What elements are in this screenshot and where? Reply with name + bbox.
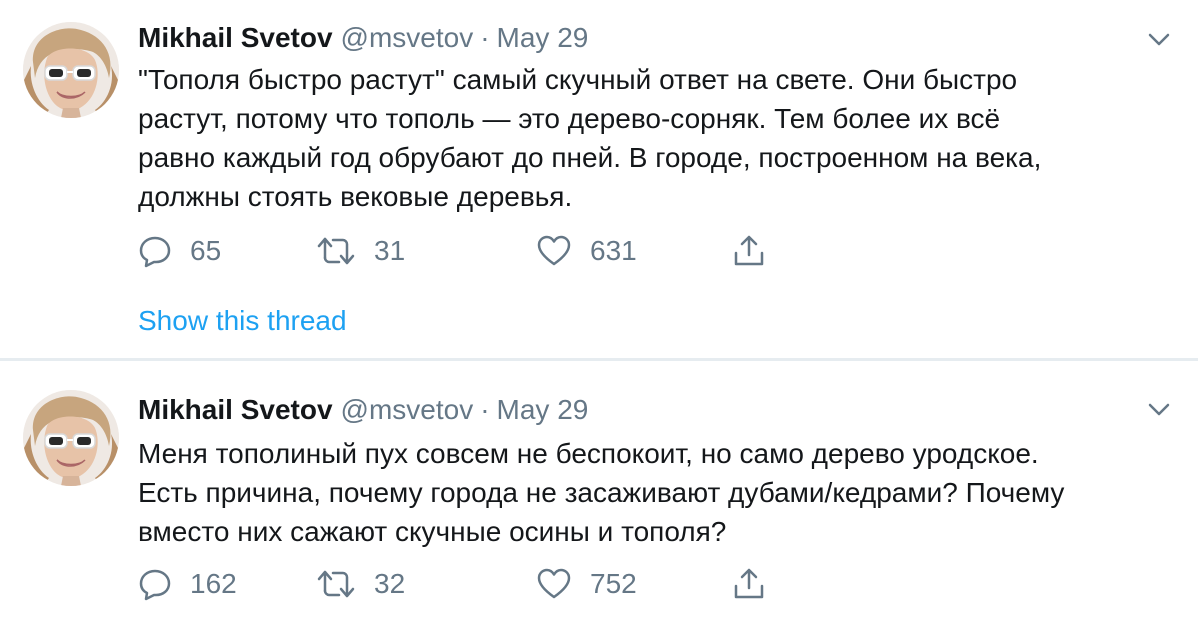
- tweet-actions: 65 31 631: [138, 231, 838, 271]
- tweet-text-line: вместо них сажают скучные осины и тополя…: [138, 516, 727, 547]
- reply-count: 162: [190, 568, 237, 599]
- reply-icon: [138, 234, 172, 268]
- reply-button[interactable]: 65: [138, 231, 221, 271]
- share-button[interactable]: [732, 231, 766, 271]
- retweet-button[interactable]: 31: [316, 231, 405, 271]
- tweet[interactable]: Mikhail Svetov @msvetov · May 29 "Тополя бы…: [0, 0, 1198, 358]
- tweet-text-line: равно каждый год обрубают до пней. В гор…: [138, 142, 1042, 173]
- reply-count: 65: [190, 235, 222, 266]
- retweet-count: 31: [374, 235, 406, 266]
- avatar[interactable]: [23, 22, 119, 118]
- avatar[interactable]: [23, 390, 119, 486]
- chevron-down-icon[interactable]: [1146, 396, 1172, 422]
- reply-button[interactable]: 162: [138, 564, 237, 604]
- tweet-text: "Тополя быстро растут" самый скучный отв…: [138, 60, 1178, 216]
- share-button[interactable]: [732, 564, 766, 604]
- like-icon: [536, 567, 572, 601]
- author-handle[interactable]: @msvetov: [341, 22, 474, 53]
- tweet-text-line: "Тополя быстро растут" самый скучный отв…: [138, 64, 1018, 95]
- tweet-header: Mikhail Svetov @msvetov · May 29: [138, 18, 588, 58]
- author-handle[interactable]: @msvetov: [341, 394, 474, 425]
- author-name[interactable]: Mikhail Svetov: [138, 22, 333, 53]
- retweet-count: 32: [374, 568, 406, 599]
- tweet-text: Меня тополиный пух совсем не беспокоит, …: [138, 434, 1178, 551]
- like-count: 752: [590, 568, 637, 599]
- share-icon: [732, 233, 766, 269]
- tweet-date[interactable]: May 29: [497, 22, 589, 53]
- like-button[interactable]: 631: [536, 231, 637, 271]
- retweet-icon: [316, 567, 356, 601]
- share-icon: [732, 566, 766, 602]
- like-button[interactable]: 752: [536, 564, 637, 604]
- separator-dot: ·: [480, 22, 490, 53]
- tweet-date[interactable]: May 29: [497, 394, 589, 425]
- retweet-button[interactable]: 32: [316, 564, 405, 604]
- tweet-text-line: Есть причина, почему города не засаживаю…: [138, 477, 1065, 508]
- chevron-down-icon[interactable]: [1146, 26, 1172, 52]
- retweet-icon: [316, 234, 356, 268]
- tweet-actions: 162 32 752: [138, 564, 838, 604]
- show-thread-link[interactable]: Show this thread: [138, 304, 347, 338]
- reply-icon: [138, 567, 172, 601]
- tweet[interactable]: Mikhail Svetov @msvetov · May 29 Меня топол…: [0, 361, 1198, 623]
- separator-dot: ·: [480, 394, 490, 425]
- author-name[interactable]: Mikhail Svetov: [138, 394, 333, 425]
- like-icon: [536, 234, 572, 268]
- like-count: 631: [590, 235, 637, 266]
- tweet-header: Mikhail Svetov @msvetov · May 29: [138, 390, 588, 430]
- tweet-text-line: растут, потому что тополь — это дерево-с…: [138, 103, 1001, 134]
- tweet-text-line: должны стоять вековые деревья.: [138, 181, 573, 212]
- tweet-text-line: Меня тополиный пух совсем не беспокоит, …: [138, 438, 1039, 469]
